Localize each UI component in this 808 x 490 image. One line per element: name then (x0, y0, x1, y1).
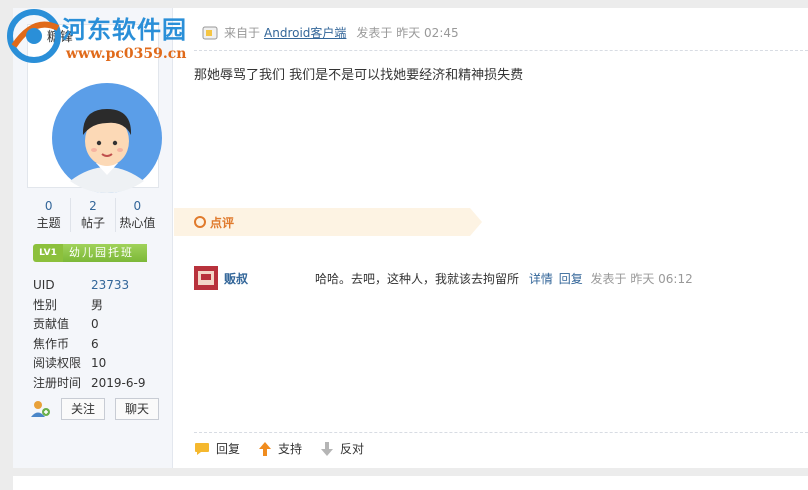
comment-circle-icon (194, 216, 206, 228)
source-prefix: 来自于 (224, 26, 261, 40)
info-key: 性别 (33, 297, 58, 312)
comment-body: 哈哈。去吧，这种人，我就该去拘留所 详情 回复 发表于 昨天 06:12 (315, 270, 693, 287)
chat-button[interactable]: 聊天 (115, 398, 160, 420)
info-key: 阅读权限 (33, 356, 82, 370)
actions-divider (194, 432, 808, 433)
post-main: 来自于 Android客户端 发表于 昨天 02:45 那她辱骂了我们 我们是不… (174, 8, 808, 468)
stat-helpful-value[interactable]: 0 (116, 198, 159, 214)
info-row: 性别 男 (33, 296, 163, 316)
comment-section-header: 点评 (174, 208, 482, 236)
post-separator (13, 468, 808, 476)
level-badge: LV1 幼儿园托班 (33, 244, 147, 262)
comment-detail-link[interactable]: 详情 (529, 272, 553, 286)
reply-label: 回复 (216, 442, 241, 456)
info-key: 贡献值 (33, 317, 70, 331)
info-row: UID 23733 (33, 276, 163, 296)
info-key: 焦作币 (33, 336, 70, 351)
source-link[interactable]: Android客户端 (264, 24, 346, 41)
reply-bubble-icon (195, 442, 209, 455)
author-info: UID 23733 性别 男 贡献值 0 焦作币 6 阅读权限 10 注册时间 … (33, 276, 163, 393)
commenter-avatar[interactable] (194, 266, 218, 290)
uid-value[interactable]: 23733 (91, 276, 129, 296)
next-post-preview (13, 476, 808, 490)
stat-posts-value[interactable]: 2 (71, 198, 114, 214)
info-value: 2019-6-9 (91, 375, 146, 390)
comment-reply-link[interactable]: 回复 (559, 272, 583, 286)
info-row: 焦作币 6 (33, 335, 163, 355)
meta-divider (194, 50, 808, 51)
post-time: 发表于 昨天 02:45 (356, 26, 459, 40)
comment-section-title: 点评 (210, 216, 235, 230)
stat-threads-label: 主题 (36, 216, 61, 230)
stat-helpful-label: 热心值 (119, 216, 156, 230)
info-row: 贡献值 0 (33, 315, 163, 335)
comment-time: 发表于 昨天 06:12 (590, 272, 693, 286)
info-key: UID (33, 278, 55, 292)
level-name: 幼儿园托班 (63, 244, 147, 262)
reply-button[interactable]: 回复 (194, 440, 240, 457)
author-actions: 关注 聊天 (31, 398, 160, 420)
site-logo-icon (7, 9, 61, 63)
post-actions: 回复 支持 反对 (194, 440, 382, 457)
post-meta: 来自于 Android客户端 发表于 昨天 02:45 (202, 24, 459, 41)
oppose-label: 反对 (340, 442, 365, 456)
comment-text: 哈哈。去吧，这种人，我就该去拘留所 (315, 272, 520, 286)
info-value: 0 (91, 317, 99, 331)
post-container: 糖锋 0 主题 2 帖子 0 热心值 LV1 幼儿园托班 UID 23733 性… (13, 8, 808, 490)
commenter-name[interactable]: 贩叔 (224, 270, 248, 287)
author-stats: 0 主题 2 帖子 0 热心值 (27, 198, 159, 232)
watermark-url: www.pc0359.cn (66, 46, 187, 62)
info-key: 注册时间 (33, 375, 82, 390)
info-value: 6 (91, 336, 99, 351)
add-friend-icon[interactable] (31, 400, 51, 418)
arrow-down-icon (321, 441, 334, 456)
follow-button[interactable]: 关注 (61, 398, 106, 420)
support-button[interactable]: 支持 (258, 440, 302, 457)
support-label: 支持 (278, 442, 303, 456)
oppose-button[interactable]: 反对 (320, 440, 364, 457)
stat-posts-label: 帖子 (80, 216, 105, 230)
stat-threads[interactable]: 0 主题 (27, 198, 72, 232)
author-sidebar: 糖锋 0 主题 2 帖子 0 热心值 LV1 幼儿园托班 UID 23733 性… (13, 8, 173, 468)
stat-threads-value[interactable]: 0 (27, 198, 70, 214)
stat-posts[interactable]: 2 帖子 (71, 198, 116, 232)
info-row: 注册时间 2019-6-9 (33, 374, 163, 394)
info-row: 阅读权限 10 (33, 354, 163, 374)
info-value: 10 (91, 356, 107, 370)
stat-helpful[interactable]: 0 热心值 (116, 198, 159, 232)
level-code: LV1 (33, 244, 63, 262)
comment-item: 贩叔 哈哈。去吧，这种人，我就该去拘留所 详情 回复 发表于 昨天 06:12 (194, 266, 794, 292)
arrow-up-icon (259, 441, 272, 456)
post-content: 那她辱骂了我们 我们是不是可以找她要经济和精神损失费 (194, 68, 524, 83)
avatar[interactable] (52, 83, 162, 193)
watermark-logo: 河东软件园 www.pc0359.cn (0, 0, 210, 72)
info-value: 男 (91, 297, 104, 312)
watermark-site-name: 河东软件园 (62, 15, 187, 44)
